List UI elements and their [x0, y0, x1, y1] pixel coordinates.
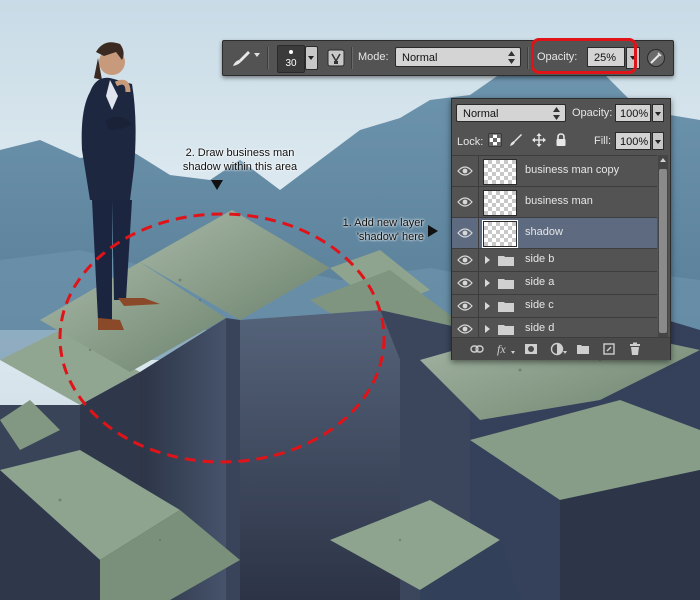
eye-visibility-icon[interactable]	[457, 227, 473, 239]
eye-visibility-icon[interactable]	[457, 277, 473, 289]
annotation-line: shadow within this area	[182, 161, 298, 173]
trash-delete-icon[interactable]	[628, 342, 642, 356]
eye-visibility-icon[interactable]	[457, 196, 473, 208]
layer-row-shadow[interactable]: shadow	[452, 217, 657, 248]
draw-area-annotation: 2. Draw business man shadow within this …	[165, 146, 315, 174]
right-arrow-marker-icon	[428, 225, 438, 237]
brush-size: 30	[285, 58, 297, 69]
brush-tool-icon[interactable]	[231, 49, 251, 67]
layer-row-business-man-copy[interactable]: business man copy	[452, 155, 657, 186]
annotation-line: 'shadow' here	[356, 231, 424, 243]
expand-triangle-icon[interactable]	[485, 325, 490, 333]
svg-text:fx: fx	[497, 342, 506, 356]
blend-mode-value: Normal	[463, 108, 499, 120]
add-layer-annotation: 1. Add new layer 'shadow' here	[312, 216, 424, 244]
eye-visibility-icon[interactable]	[457, 323, 473, 335]
folder-icon	[498, 279, 514, 289]
folder-icon	[498, 325, 514, 335]
scrollbar-thumb[interactable]	[659, 169, 667, 333]
lock-all-padlock-icon[interactable]	[554, 133, 568, 147]
separator	[527, 47, 528, 69]
lock-position-move-icon[interactable]	[532, 133, 546, 147]
mode-select[interactable]: Normal	[395, 47, 521, 67]
separator	[267, 47, 268, 69]
updown-arrows-icon	[553, 107, 560, 120]
down-arrow-marker-icon	[211, 180, 223, 190]
layer-style-fx-icon[interactable]: fx	[496, 342, 516, 356]
layer-name: shadow	[525, 226, 563, 238]
layers-bottom-toolbar: fx	[452, 337, 670, 360]
expand-triangle-icon[interactable]	[485, 302, 490, 310]
expand-triangle-icon[interactable]	[485, 256, 490, 264]
link-layers-icon[interactable]	[470, 342, 484, 356]
layer-opacity-label: Opacity:	[572, 107, 613, 119]
eye-visibility-icon[interactable]	[457, 165, 473, 177]
layer-group-side-b[interactable]: side b	[452, 248, 657, 271]
layer-row-business-man[interactable]: business man	[452, 186, 657, 217]
layer-list: business man copy business man shadow si…	[452, 155, 657, 340]
layer-thumbnail	[483, 190, 517, 216]
layer-group-side-a[interactable]: side a	[452, 271, 657, 294]
folder-icon	[498, 256, 514, 266]
brush-preset-picker[interactable]: 30	[277, 45, 305, 73]
add-mask-icon[interactable]	[524, 342, 538, 356]
group-name: side a	[525, 276, 555, 288]
updown-arrows-icon	[508, 51, 515, 64]
annotation-line: 2. Draw business man	[185, 147, 295, 159]
brush-panel-icon[interactable]	[327, 49, 345, 67]
layers-panel: Normal Opacity: 100% Lock: Fill: 100% bu…	[451, 98, 671, 360]
lock-pixels-brush-icon[interactable]	[509, 133, 523, 147]
layer-opacity-dropdown[interactable]	[652, 104, 664, 122]
layer-group-side-c[interactable]: side c	[452, 294, 657, 317]
brush-options-bar: 30 Mode: Normal Opacity: 25%	[222, 38, 674, 76]
opacity-highlight-ring	[531, 38, 637, 74]
folder-icon	[498, 302, 514, 312]
new-layer-icon[interactable]	[602, 342, 616, 356]
group-name: side d	[525, 322, 555, 334]
brush-picker-dropdown[interactable]	[305, 46, 318, 70]
layer-thumbnail	[483, 159, 517, 185]
layer-name: business man	[525, 195, 593, 207]
new-group-folder-icon[interactable]	[576, 342, 590, 356]
layer-thumbnail	[482, 220, 518, 248]
layer-opacity-input[interactable]: 100%	[615, 104, 651, 122]
lock-transparent-icon[interactable]	[488, 133, 502, 147]
group-name: side c	[525, 299, 554, 311]
group-name: side b	[525, 253, 555, 265]
eye-visibility-icon[interactable]	[457, 300, 473, 312]
fill-label: Fill:	[594, 135, 612, 147]
mode-label: Mode:	[358, 51, 389, 63]
brush-tip-icon	[289, 50, 293, 54]
adjustment-layer-icon[interactable]	[550, 342, 568, 356]
annotation-line: 1. Add new layer	[342, 217, 424, 229]
tool-preset-arrow-icon[interactable]	[254, 53, 260, 57]
eye-visibility-icon[interactable]	[457, 254, 473, 266]
lock-label: Lock:	[457, 136, 484, 148]
fill-dropdown[interactable]	[652, 132, 664, 150]
layer-name: business man copy	[525, 164, 620, 176]
fill-input[interactable]: 100%	[615, 132, 651, 150]
expand-triangle-icon[interactable]	[485, 279, 490, 287]
layer-blend-mode-select[interactable]: Normal	[456, 104, 566, 122]
mode-value: Normal	[402, 52, 438, 64]
layers-scrollbar[interactable]	[658, 155, 668, 337]
separator	[351, 47, 352, 69]
scroll-up-arrow-icon[interactable]	[660, 158, 666, 162]
airbrush-icon[interactable]	[646, 48, 666, 68]
